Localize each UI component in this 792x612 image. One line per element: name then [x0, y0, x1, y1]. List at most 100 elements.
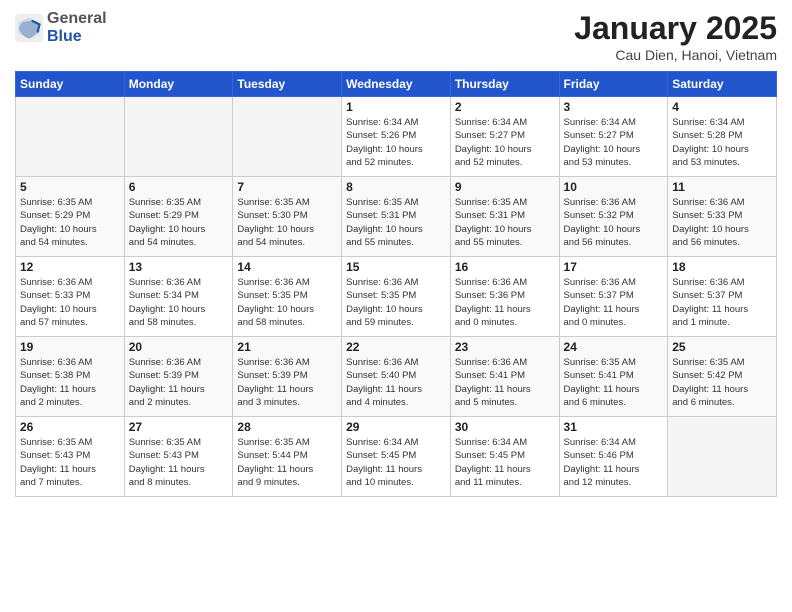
cell-info: Sunrise: 6:35 AM Sunset: 5:29 PM Dayligh… — [20, 196, 120, 249]
calendar-cell: 14Sunrise: 6:36 AM Sunset: 5:35 PM Dayli… — [233, 257, 342, 337]
cell-info: Sunrise: 6:35 AM Sunset: 5:31 PM Dayligh… — [455, 196, 555, 249]
calendar-header-tuesday: Tuesday — [233, 72, 342, 97]
day-number: 1 — [346, 100, 446, 114]
calendar-header-friday: Friday — [559, 72, 668, 97]
logo-text: General Blue — [47, 10, 107, 45]
logo-blue: Blue — [47, 28, 82, 45]
calendar: SundayMondayTuesdayWednesdayThursdayFrid… — [15, 71, 777, 497]
calendar-cell: 23Sunrise: 6:36 AM Sunset: 5:41 PM Dayli… — [450, 337, 559, 417]
day-number: 8 — [346, 180, 446, 194]
cell-info: Sunrise: 6:36 AM Sunset: 5:36 PM Dayligh… — [455, 276, 555, 329]
calendar-cell: 26 Sunrise: 6:35 AM Sunset: 5:43 PM Dayli… — [16, 417, 125, 497]
day-number: 4 — [672, 100, 772, 114]
calendar-header-thursday: Thursday — [450, 72, 559, 97]
calendar-cell: 25Sunrise: 6:35 AM Sunset: 5:42 PM Dayli… — [668, 337, 777, 417]
cell-info: Sunrise: 6:35 AM Sunset: 5:43 PM Dayligh… — [20, 436, 120, 489]
title-block: January 2025 Cau Dien, Hanoi, Vietnam — [574, 10, 777, 63]
logo-general: General — [47, 10, 107, 27]
calendar-cell — [233, 97, 342, 177]
day-number: 29 — [346, 420, 446, 434]
cell-info: Sunrise: 6:36 AM Sunset: 5:38 PM Dayligh… — [20, 356, 120, 409]
calendar-cell: 18Sunrise: 6:36 AM Sunset: 5:37 PM Dayli… — [668, 257, 777, 337]
calendar-week-3: 12 Sunrise: 6:36 AM Sunset: 5:33 PM Dayli… — [16, 257, 777, 337]
cell-info: Sunrise: 6:35 AM Sunset: 5:30 PM Dayligh… — [237, 196, 337, 249]
cell-info: Sunrise: 6:35 AM Sunset: 5:29 PM Dayligh… — [129, 196, 229, 249]
cell-info: Sunrise: 6:36 AM Sunset: 5:35 PM Dayligh… — [237, 276, 337, 329]
day-number: 26 — [20, 420, 120, 434]
day-number: 27 — [129, 420, 229, 434]
calendar-header-saturday: Saturday — [668, 72, 777, 97]
cell-info: Sunrise: 6:36 AM Sunset: 5:35 PM Dayligh… — [346, 276, 446, 329]
cell-info: Sunrise: 6:34 AM Sunset: 5:27 PM Dayligh… — [455, 116, 555, 169]
calendar-header-wednesday: Wednesday — [342, 72, 451, 97]
cell-info: Sunrise: 6:36 AM Sunset: 5:32 PM Dayligh… — [564, 196, 664, 249]
day-number: 17 — [564, 260, 664, 274]
day-number: 19 — [20, 340, 120, 354]
cell-info: Sunrise: 6:35 AM Sunset: 5:31 PM Dayligh… — [346, 196, 446, 249]
calendar-cell: 30Sunrise: 6:34 AM Sunset: 5:45 PM Dayli… — [450, 417, 559, 497]
page: General Blue January 2025 Cau Dien, Hano… — [0, 0, 792, 612]
day-number: 13 — [129, 260, 229, 274]
calendar-cell: 6 Sunrise: 6:35 AM Sunset: 5:29 PM Daylig… — [124, 177, 233, 257]
cell-info: Sunrise: 6:36 AM Sunset: 5:34 PM Dayligh… — [129, 276, 229, 329]
day-number: 20 — [129, 340, 229, 354]
day-number: 3 — [564, 100, 664, 114]
calendar-cell: 24 Sunrise: 6:35 AM Sunset: 5:41 PM Dayli… — [559, 337, 668, 417]
cell-info: Sunrise: 6:35 AM Sunset: 5:43 PM Dayligh… — [129, 436, 229, 489]
day-number: 15 — [346, 260, 446, 274]
calendar-cell: 8 Sunrise: 6:35 AM Sunset: 5:31 PM Daylig… — [342, 177, 451, 257]
calendar-cell: 22Sunrise: 6:36 AM Sunset: 5:40 PM Dayli… — [342, 337, 451, 417]
calendar-cell: 9Sunrise: 6:35 AM Sunset: 5:31 PM Daylig… — [450, 177, 559, 257]
calendar-cell: 4Sunrise: 6:34 AM Sunset: 5:28 PM Daylig… — [668, 97, 777, 177]
cell-info: Sunrise: 6:35 AM Sunset: 5:44 PM Dayligh… — [237, 436, 337, 489]
calendar-cell: 7 Sunrise: 6:35 AM Sunset: 5:30 PM Daylig… — [233, 177, 342, 257]
cell-info: Sunrise: 6:34 AM Sunset: 5:46 PM Dayligh… — [564, 436, 664, 489]
logo-icon — [15, 14, 43, 42]
calendar-cell — [668, 417, 777, 497]
calendar-cell: 28 Sunrise: 6:35 AM Sunset: 5:44 PM Dayli… — [233, 417, 342, 497]
calendar-week-2: 5 Sunrise: 6:35 AM Sunset: 5:29 PM Daylig… — [16, 177, 777, 257]
cell-info: Sunrise: 6:36 AM Sunset: 5:33 PM Dayligh… — [672, 196, 772, 249]
cell-info: Sunrise: 6:36 AM Sunset: 5:39 PM Dayligh… — [237, 356, 337, 409]
day-number: 11 — [672, 180, 772, 194]
day-number: 16 — [455, 260, 555, 274]
calendar-cell: 20 Sunrise: 6:36 AM Sunset: 5:39 PM Dayli… — [124, 337, 233, 417]
cell-info: Sunrise: 6:35 AM Sunset: 5:41 PM Dayligh… — [564, 356, 664, 409]
day-number: 7 — [237, 180, 337, 194]
day-number: 6 — [129, 180, 229, 194]
calendar-cell: 10 Sunrise: 6:36 AM Sunset: 5:32 PM Dayli… — [559, 177, 668, 257]
subtitle: Cau Dien, Hanoi, Vietnam — [574, 47, 777, 63]
day-number: 30 — [455, 420, 555, 434]
cell-info: Sunrise: 6:36 AM Sunset: 5:41 PM Dayligh… — [455, 356, 555, 409]
day-number: 12 — [20, 260, 120, 274]
calendar-week-1: 1Sunrise: 6:34 AM Sunset: 5:26 PM Daylig… — [16, 97, 777, 177]
day-number: 28 — [237, 420, 337, 434]
calendar-cell: 27 Sunrise: 6:35 AM Sunset: 5:43 PM Dayli… — [124, 417, 233, 497]
calendar-cell: 16 Sunrise: 6:36 AM Sunset: 5:36 PM Dayli… — [450, 257, 559, 337]
calendar-cell: 13 Sunrise: 6:36 AM Sunset: 5:34 PM Dayli… — [124, 257, 233, 337]
day-number: 31 — [564, 420, 664, 434]
day-number: 5 — [20, 180, 120, 194]
calendar-cell: 3Sunrise: 6:34 AM Sunset: 5:27 PM Daylig… — [559, 97, 668, 177]
day-number: 18 — [672, 260, 772, 274]
day-number: 25 — [672, 340, 772, 354]
month-title: January 2025 — [574, 10, 777, 47]
cell-info: Sunrise: 6:34 AM Sunset: 5:45 PM Dayligh… — [346, 436, 446, 489]
calendar-cell: 15 Sunrise: 6:36 AM Sunset: 5:35 PM Dayli… — [342, 257, 451, 337]
calendar-cell: 12 Sunrise: 6:36 AM Sunset: 5:33 PM Dayli… — [16, 257, 125, 337]
day-number: 10 — [564, 180, 664, 194]
calendar-header-monday: Monday — [124, 72, 233, 97]
day-number: 22 — [346, 340, 446, 354]
calendar-week-5: 26 Sunrise: 6:35 AM Sunset: 5:43 PM Dayli… — [16, 417, 777, 497]
calendar-cell: 11 Sunrise: 6:36 AM Sunset: 5:33 PM Dayli… — [668, 177, 777, 257]
calendar-cell: 29 Sunrise: 6:34 AM Sunset: 5:45 PM Dayli… — [342, 417, 451, 497]
cell-info: Sunrise: 6:36 AM Sunset: 5:33 PM Dayligh… — [20, 276, 120, 329]
calendar-cell: 19 Sunrise: 6:36 AM Sunset: 5:38 PM Dayli… — [16, 337, 125, 417]
calendar-cell: 2Sunrise: 6:34 AM Sunset: 5:27 PM Daylig… — [450, 97, 559, 177]
header: General Blue January 2025 Cau Dien, Hano… — [15, 10, 777, 63]
cell-info: Sunrise: 6:36 AM Sunset: 5:39 PM Dayligh… — [129, 356, 229, 409]
day-number: 24 — [564, 340, 664, 354]
calendar-header-sunday: Sunday — [16, 72, 125, 97]
calendar-cell: 5 Sunrise: 6:35 AM Sunset: 5:29 PM Daylig… — [16, 177, 125, 257]
calendar-header-row: SundayMondayTuesdayWednesdayThursdayFrid… — [16, 72, 777, 97]
